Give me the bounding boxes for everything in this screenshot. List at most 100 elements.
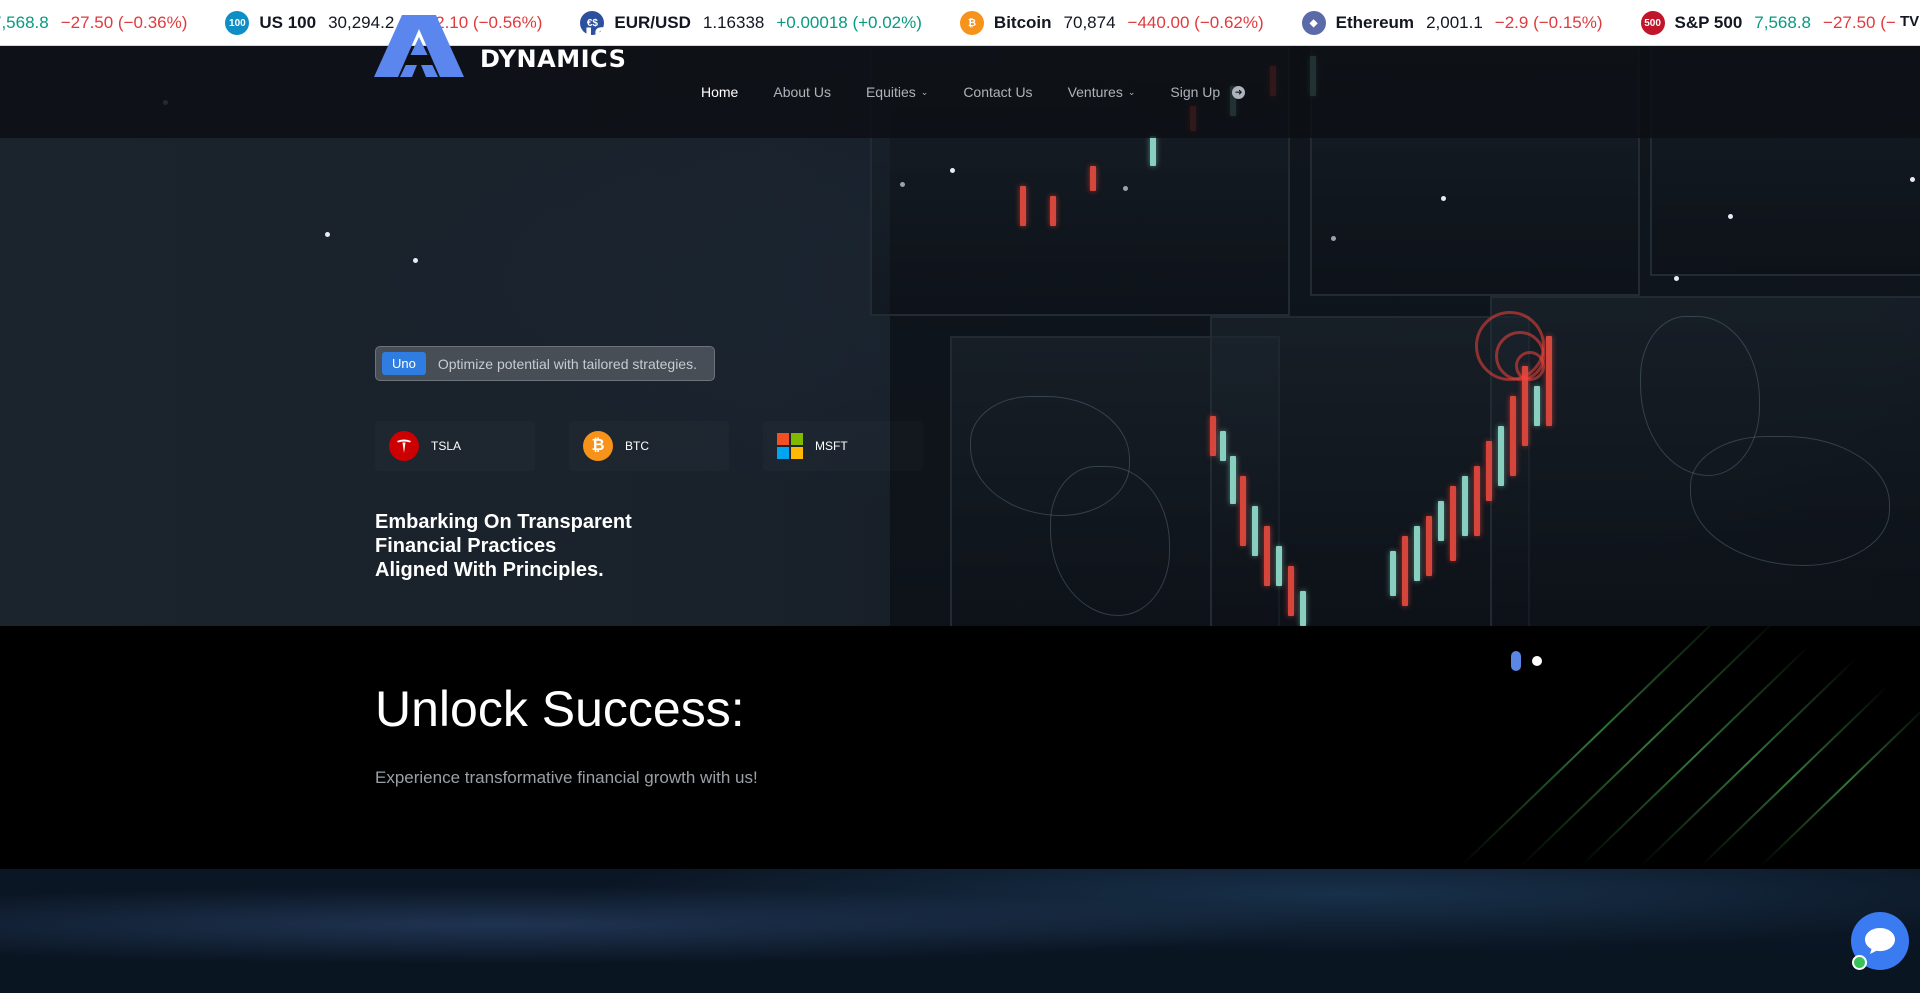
bitcoin-logo-icon: ₿ — [583, 431, 613, 461]
ticker-price: 7,568.8 — [0, 13, 49, 32]
light-streak-decoration — [1699, 685, 1888, 868]
candlestick-decoration — [1150, 136, 1156, 166]
nav-item-about-us[interactable]: About Us — [773, 84, 831, 100]
candlestick-decoration — [1288, 566, 1294, 616]
ticker-item[interactable]: 7,568.8 −27.50 (−0.36%) — [0, 0, 225, 45]
candlestick-decoration — [1414, 526, 1420, 581]
candlestick-decoration — [1390, 551, 1396, 596]
candlestick-decoration — [1402, 536, 1408, 606]
ticker-item[interactable]: ◆ Ethereum 2,001.1 −2.9 (−0.15%) — [1301, 0, 1641, 45]
candlestick-decoration — [1546, 336, 1552, 426]
ticker-change: −2.9 (−0.15%) — [1494, 13, 1603, 32]
nav-item-sign-up[interactable]: Sign Up ➜ — [1170, 84, 1246, 100]
ticker-change: −27.50 (−0.36%) — [60, 13, 188, 32]
candlestick-decoration — [1240, 476, 1246, 546]
ticker-item[interactable]: €$ EUR/USD 1.16338 +0.00018 (+0.02%) — [580, 0, 960, 45]
tagline-badge: Uno — [382, 352, 426, 375]
candlestick-decoration — [1534, 386, 1540, 426]
ticker-item[interactable]: ₿ Bitcoin 70,874 −440.00 (−0.62%) — [959, 0, 1302, 45]
nav-item-equities[interactable]: Equities ⌄ — [866, 84, 928, 100]
candlestick-decoration — [1210, 416, 1216, 456]
arrow-circle-icon: ➜ — [1232, 85, 1246, 99]
star-decoration — [1728, 214, 1733, 219]
candlestick-decoration — [1264, 526, 1270, 586]
candlestick-decoration — [1050, 196, 1056, 226]
star-decoration — [1674, 276, 1679, 281]
tagline-text: Optimize potential with tailored strateg… — [437, 355, 697, 372]
ticker-name: Ethereum — [1335, 13, 1415, 32]
candlestick-decoration — [1426, 516, 1432, 576]
candlestick-decoration — [1276, 546, 1282, 586]
candlestick-decoration — [1486, 441, 1492, 501]
candlestick-decoration — [1462, 476, 1468, 536]
asset-symbol: TSLA — [431, 439, 462, 453]
section-title: Unlock Success: — [375, 681, 745, 737]
section-subtitle: Experience transformative financial grow… — [375, 768, 758, 787]
nav-label: Contact Us — [963, 84, 1033, 100]
brand-wordmark: ALTHERIS™ DYNAMICS — [480, 22, 626, 71]
star-decoration — [900, 182, 905, 187]
slide-dot-active[interactable] — [1511, 651, 1521, 671]
candlestick-decoration — [1252, 506, 1258, 556]
chat-bubble-icon — [1865, 928, 1895, 954]
nav-label: Home — [701, 84, 739, 100]
asset-card-btc[interactable]: ₿ BTC — [569, 421, 729, 471]
unlock-success-section — [0, 626, 1920, 869]
brand-line-1: ALTHERIS™ — [480, 22, 622, 51]
hero-heading: Embarking On Transparent Financial Pract… — [375, 510, 735, 582]
ticker-symbol-icon: ₿ — [959, 11, 984, 35]
slide-dot[interactable] — [1532, 656, 1542, 666]
ticker-price: 1.16338 — [702, 13, 765, 32]
star-decoration — [325, 232, 330, 237]
ticker-item[interactable]: 500S&P 5007,568.8−27.50 (−0.36%) — [1640, 0, 1920, 45]
nav-label: Sign Up — [1170, 84, 1221, 100]
star-decoration — [1441, 196, 1446, 201]
asset-symbol: MSFT — [815, 439, 848, 453]
ticker-price: 70,874 — [1063, 13, 1116, 32]
candlestick-decoration — [1498, 426, 1504, 486]
candlestick-decoration — [1300, 591, 1306, 626]
nav-label: Equities — [865, 84, 916, 100]
ticker-track: 7,568.8−27.50 (−0.36%)100US 10030,294.2−… — [0, 0, 1920, 45]
candlestick-decoration — [1020, 186, 1026, 226]
ticker-price: 2,001.1 — [1426, 13, 1483, 32]
ticker-bar: 7,568.8−27.50 (−0.36%)100US 10030,294.2−… — [0, 0, 1920, 46]
candlestick-decoration — [1450, 486, 1456, 561]
nav-item-home[interactable]: Home — [701, 84, 738, 100]
candlestick-decoration — [1474, 466, 1480, 536]
chevron-down-icon: ⌄ — [1127, 86, 1136, 97]
candlestick-decoration — [1220, 431, 1226, 461]
ticker-name: S&P 500 — [1674, 13, 1743, 32]
asset-card-tsla[interactable]: TSLA — [375, 421, 535, 471]
light-streak-decoration — [1459, 626, 1735, 868]
candlestick-decoration — [1230, 456, 1236, 504]
tradingview-logo-icon[interactable]: TV — [1896, 13, 1920, 30]
nav-item-contact-us[interactable]: Contact Us — [963, 84, 1032, 100]
brand-mark-icon — [374, 15, 464, 77]
ticker-symbol-icon: 500 — [1640, 11, 1665, 35]
ticker-name: Bitcoin — [993, 13, 1052, 32]
brand-logo[interactable]: ALTHERIS™ DYNAMICS — [374, 14, 626, 78]
asset-card-msft[interactable]: MSFT — [763, 421, 923, 471]
candlestick-decoration — [1510, 396, 1516, 476]
ticker-price: 7,568.8 — [1754, 13, 1812, 32]
light-streak-decoration — [1519, 626, 1780, 868]
hero-heading-line: Financial Practices — [375, 535, 557, 557]
ticker-symbol-icon: ◆ — [1301, 11, 1326, 35]
candlestick-decoration — [1090, 166, 1096, 191]
tagline-pill: Uno Optimize potential with tailored str… — [375, 346, 715, 381]
light-streak-decoration — [1639, 657, 1857, 868]
ticker-name: US 100 — [259, 13, 317, 32]
star-decoration — [413, 258, 418, 263]
ticker-change: −440.00 (−0.62%) — [1127, 13, 1264, 32]
star-decoration — [950, 168, 955, 173]
nav-item-ventures[interactable]: Ventures ⌄ — [1068, 84, 1136, 100]
nav-label: About Us — [773, 84, 831, 100]
hero-heading-line: Aligned With Principles. — [375, 559, 604, 581]
trademark-symbol: ™ — [611, 27, 622, 39]
ticker-symbol-icon: 100 — [225, 11, 250, 35]
star-decoration — [1910, 177, 1915, 182]
tesla-logo-icon — [389, 431, 419, 461]
asset-list: TSLA ₿ BTC MSFT — [375, 421, 957, 471]
hero-heading-line: Embarking On Transparent — [375, 511, 632, 533]
